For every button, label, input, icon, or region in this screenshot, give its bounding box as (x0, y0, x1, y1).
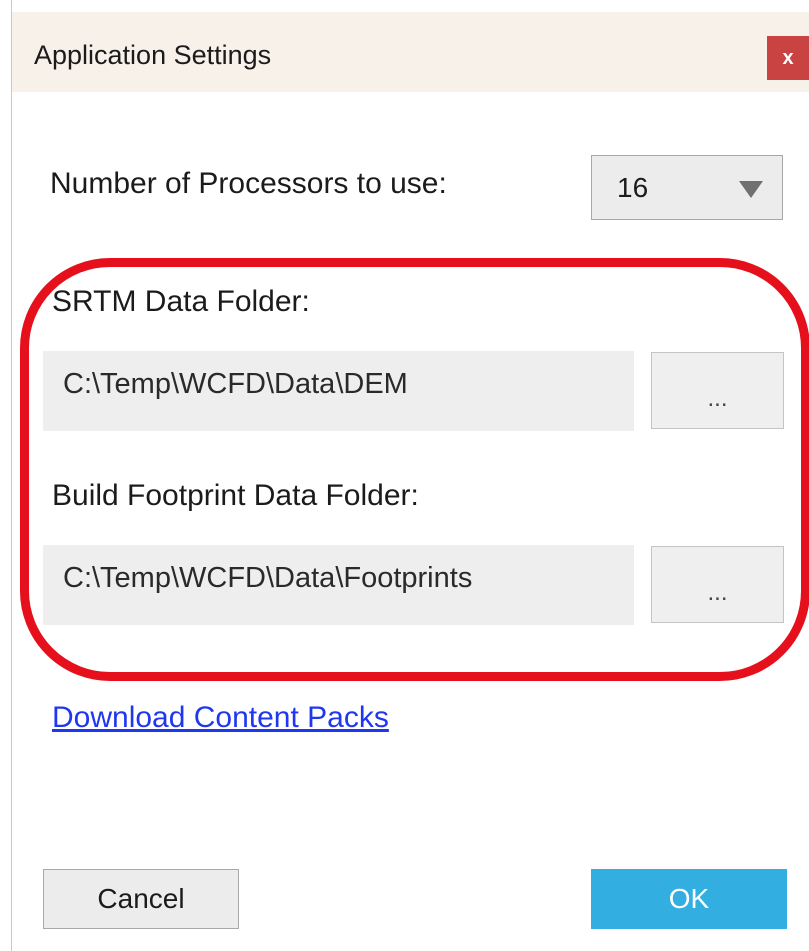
ok-button[interactable]: OK (591, 869, 787, 929)
cancel-button-label: Cancel (97, 883, 185, 914)
footprint-browse-button[interactable]: ... (651, 546, 784, 623)
cancel-button[interactable]: Cancel (43, 869, 239, 929)
footprint-folder-label: Build Footprint Data Folder: (52, 479, 419, 512)
ok-button-label: OK (668, 883, 710, 914)
window-left-edge (0, 0, 12, 951)
processors-select[interactable]: 16 (591, 155, 783, 220)
footprint-folder-field[interactable]: C:\Temp\WCFD\Data\Footprints (43, 545, 634, 625)
footprint-folder-path: C:\Temp\WCFD\Data\Footprints (63, 562, 473, 594)
srtm-browse-button[interactable]: ... (651, 352, 784, 429)
window-title: Application Settings (34, 40, 272, 70)
srtm-folder-field[interactable]: C:\Temp\WCFD\Data\DEM (43, 351, 634, 431)
close-button[interactable]: x (767, 36, 809, 80)
chevron-down-icon (739, 181, 763, 198)
title-bar[interactable]: Application Settings x (12, 12, 809, 92)
srtm-folder-label: SRTM Data Folder: (52, 285, 310, 318)
application-settings-dialog: Application Settings x Number of Process… (0, 0, 809, 951)
download-content-packs-link[interactable]: Download Content Packs (52, 701, 389, 735)
close-icon: x (782, 46, 794, 69)
processors-label: Number of Processors to use: (50, 167, 447, 200)
ellipsis-icon: ... (707, 384, 728, 412)
ellipsis-icon: ... (707, 578, 728, 606)
srtm-folder-path: C:\Temp\WCFD\Data\DEM (63, 368, 408, 400)
processors-selected-value: 16 (617, 172, 649, 203)
